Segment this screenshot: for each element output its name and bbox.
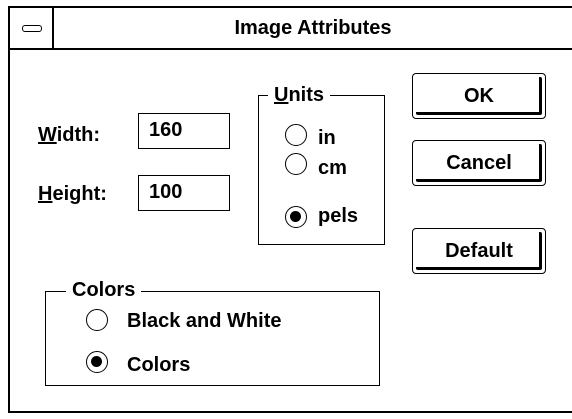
ok-button[interactable]: OK [412,73,546,119]
units-legend-rest: nits [288,84,325,106]
height-label: Height: [38,183,107,206]
system-menu-icon [22,25,42,32]
window-border-left [8,6,10,413]
radio-selected-dot [91,356,102,367]
height-mnemonic: H [38,183,53,205]
width-label: Width: [38,124,100,147]
unit-in-label[interactable]: in [318,126,336,150]
height-label-rest: eight: [52,183,107,205]
units-legend: Units [268,84,331,106]
unit-pels-radio[interactable] [285,206,307,228]
dialog-title: Image Attributes [234,17,392,39]
black-and-white-radio[interactable] [86,309,108,331]
black-and-white-label[interactable]: Black and White [127,309,281,333]
width-label-rest: idth: [56,124,101,146]
radio-selected-dot [290,211,301,222]
unit-cm-label[interactable]: cm [318,156,347,180]
cancel-button-label: Cancel [446,151,512,174]
colors-label[interactable]: Colors [127,353,190,377]
system-menu-button[interactable] [10,8,54,48]
default-button-label: Default [445,239,513,262]
unit-pels-label[interactable]: pels [318,204,358,228]
colors-legend: Colors [66,279,142,301]
window-border-bottom [8,411,572,413]
height-field[interactable]: 100 [138,175,230,211]
title-bar[interactable]: Image Attributes [10,8,572,50]
unit-in-radio[interactable] [285,124,307,146]
colors-radio[interactable] [86,351,108,373]
cancel-button[interactable]: Cancel [412,140,546,186]
width-mnemonic: W [38,124,57,146]
image-attributes-dialog: Image Attributes Width: 160 Height: 100 … [0,0,572,419]
unit-cm-radio[interactable] [285,153,307,175]
units-mnemonic: U [274,84,289,106]
ok-button-label: OK [464,84,494,107]
width-field[interactable]: 160 [138,113,230,149]
default-button[interactable]: Default [412,228,546,274]
